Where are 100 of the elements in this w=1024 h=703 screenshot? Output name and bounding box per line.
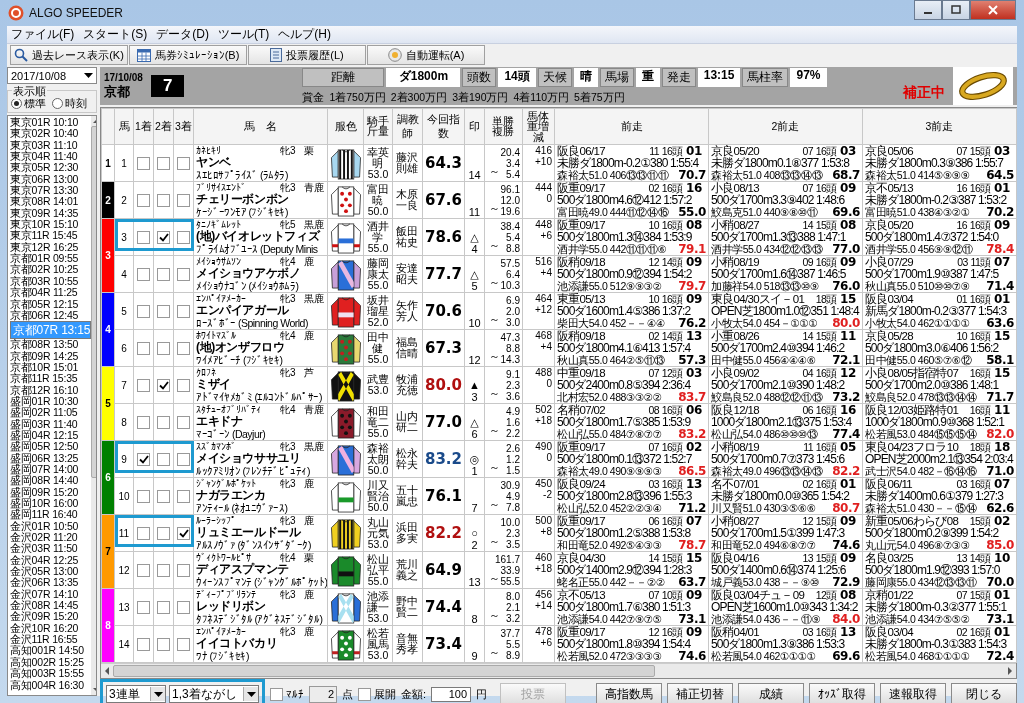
race-list-item[interactable]: 金沢01R 10:50 <box>10 520 92 533</box>
race-list-item[interactable]: 盛岡01R 10:30 <box>10 395 92 408</box>
checkbox[interactable] <box>177 563 190 577</box>
menu-item[interactable]: データ(D) <box>156 26 209 43</box>
checkbox[interactable] <box>137 563 150 577</box>
action-button[interactable]: 成績 <box>738 683 804 703</box>
checkbox[interactable] <box>177 378 190 392</box>
race-list-item[interactable]: 金沢06R 13:35 <box>10 577 92 589</box>
race-list-item[interactable]: 盛岡07R 14:00 <box>10 463 92 476</box>
race-list-item[interactable]: 京都04R 11:25 <box>10 287 92 299</box>
checkbox[interactable] <box>177 230 190 244</box>
race-list-item[interactable]: 盛岡02R 11:05 <box>10 407 92 419</box>
maximize-button[interactable] <box>942 0 970 20</box>
checkbox[interactable] <box>177 637 190 651</box>
date-dropdown[interactable]: 2017/10/08 <box>7 67 97 84</box>
checkbox[interactable] <box>177 600 190 614</box>
checkbox[interactable] <box>157 156 170 170</box>
race-list-item[interactable]: 京都02R 10:25 <box>10 264 92 276</box>
checkbox[interactable] <box>177 193 190 207</box>
checkbox[interactable] <box>137 156 150 170</box>
menu-item[interactable]: ツール(T) <box>218 26 270 43</box>
checkbox[interactable] <box>177 267 190 281</box>
checkbox[interactable] <box>157 415 170 429</box>
checkbox[interactable] <box>137 341 150 355</box>
action-button[interactable]: ｵｯｽﾞ取得 <box>809 683 875 703</box>
checkbox[interactable] <box>177 489 190 503</box>
checkbox[interactable] <box>137 600 150 614</box>
bet-method-dropdown[interactable]: 1,3着ながし <box>169 685 259 703</box>
race-list-item[interactable]: 東京04R 11:40 <box>10 151 92 163</box>
checkbox[interactable] <box>157 526 170 540</box>
race-list-item[interactable]: 盛岡06R 13:25 <box>10 452 92 464</box>
race-list-item[interactable]: 金沢07R 14:10 <box>10 588 92 601</box>
action-button[interactable]: 高指数馬 <box>596 683 662 703</box>
minimize-button[interactable] <box>914 0 942 20</box>
checkbox[interactable] <box>137 452 150 466</box>
action-button[interactable]: 補正切替 <box>667 683 733 703</box>
race-list-item[interactable]: 高知001R 14:50 <box>10 645 92 657</box>
race-list-item[interactable]: 金沢10R 16:20 <box>10 622 92 635</box>
race-list-item[interactable]: 京都03R 10:55 <box>10 275 92 288</box>
checkbox[interactable] <box>177 156 190 170</box>
checkbox[interactable] <box>137 304 150 318</box>
radio-option[interactable]: 時刻 <box>52 96 87 111</box>
race-list-item[interactable]: 京都12R 16:10 <box>10 384 92 396</box>
race-list-item[interactable]: 東京02R 10:40 <box>10 128 92 140</box>
expand-checkbox[interactable]: 展開 <box>358 686 396 702</box>
race-list-item[interactable]: 金沢11R 16:55 <box>10 634 92 646</box>
checkbox[interactable] <box>157 341 170 355</box>
race-list-item[interactable]: 高知003R 15:55 <box>10 668 92 680</box>
checkbox[interactable] <box>177 452 190 466</box>
race-list-item[interactable]: 京都05R 12:15 <box>10 298 92 310</box>
checkbox[interactable] <box>157 600 170 614</box>
race-list-item[interactable]: 金沢04R 12:25 <box>10 554 92 567</box>
checkbox[interactable] <box>358 687 371 701</box>
race-list-item[interactable]: 京都08R 13:50 <box>10 339 92 351</box>
toolbar-button[interactable]: 投票履歴(L) <box>248 45 366 65</box>
checkbox[interactable] <box>157 563 170 577</box>
menu-item[interactable]: ヘルプ(H) <box>278 26 331 43</box>
race-list-item[interactable]: 盛岡05R 12:50 <box>10 441 92 453</box>
checkbox[interactable] <box>157 193 170 207</box>
checkbox[interactable] <box>177 341 190 355</box>
menu-item[interactable]: スタート(S) <box>83 26 148 43</box>
race-list-item[interactable]: 京都10R 15:01 <box>10 361 92 374</box>
race-list-item[interactable]: 盛岡10R 16:00 <box>10 498 92 510</box>
race-list-item[interactable]: 京都09R 14:25 <box>10 350 92 362</box>
race-list-item[interactable]: 金沢02R 11:20 <box>10 532 92 544</box>
race-list-item[interactable]: 東京12R 16:25 <box>10 241 92 254</box>
action-button[interactable]: 閉じる <box>951 683 1017 703</box>
toolbar-button[interactable]: 自動運転(A) <box>367 45 485 65</box>
multi-checkbox[interactable]: ﾏﾙﾁ <box>270 687 304 701</box>
race-list-item[interactable]: 金沢05R 13:00 <box>10 566 92 578</box>
checkbox[interactable] <box>137 637 150 651</box>
race-list-item[interactable]: 東京11R 15:45 <box>10 230 92 242</box>
race-list-item[interactable]: 盛岡09R 15:20 <box>10 486 92 498</box>
race-list-item[interactable]: 金沢09R 15:20 <box>10 611 92 623</box>
action-button[interactable]: 速報取得 <box>880 683 946 703</box>
race-list-item[interactable]: 東京01R 10:10 <box>10 117 92 129</box>
race-list-item[interactable]: 高知002R 15:25 <box>10 656 92 669</box>
checkbox[interactable] <box>137 526 150 540</box>
checkbox[interactable] <box>177 415 190 429</box>
race-list-item[interactable]: 東京05R 12:30 <box>10 162 92 174</box>
race-list-item[interactable]: 盛岡08R 14:40 <box>10 475 92 487</box>
checkbox[interactable] <box>157 489 170 503</box>
checkbox[interactable] <box>137 193 150 207</box>
checkbox[interactable] <box>157 452 170 466</box>
race-list-item[interactable]: 京都06R 12:45 <box>10 309 92 322</box>
checkbox[interactable] <box>137 230 150 244</box>
race-list-item[interactable]: 東京08R 14:01 <box>10 196 92 208</box>
race-list-item[interactable]: 高知004R 16:30 <box>10 679 92 691</box>
race-list-item[interactable]: 東京07R 13:30 <box>10 185 92 197</box>
checkbox[interactable] <box>137 415 150 429</box>
checkbox[interactable] <box>157 378 170 392</box>
amount-field[interactable]: 100 <box>431 686 472 702</box>
checkbox[interactable] <box>177 526 190 540</box>
checkbox[interactable] <box>137 378 150 392</box>
close-button[interactable] <box>970 0 1016 20</box>
checkbox[interactable] <box>137 489 150 503</box>
race-list-item[interactable]: 東京10R 15:10 <box>10 219 92 231</box>
checkbox[interactable] <box>270 687 283 701</box>
checkbox[interactable] <box>157 304 170 318</box>
race-list-item[interactable]: 京都01R 09:55 <box>10 253 92 265</box>
